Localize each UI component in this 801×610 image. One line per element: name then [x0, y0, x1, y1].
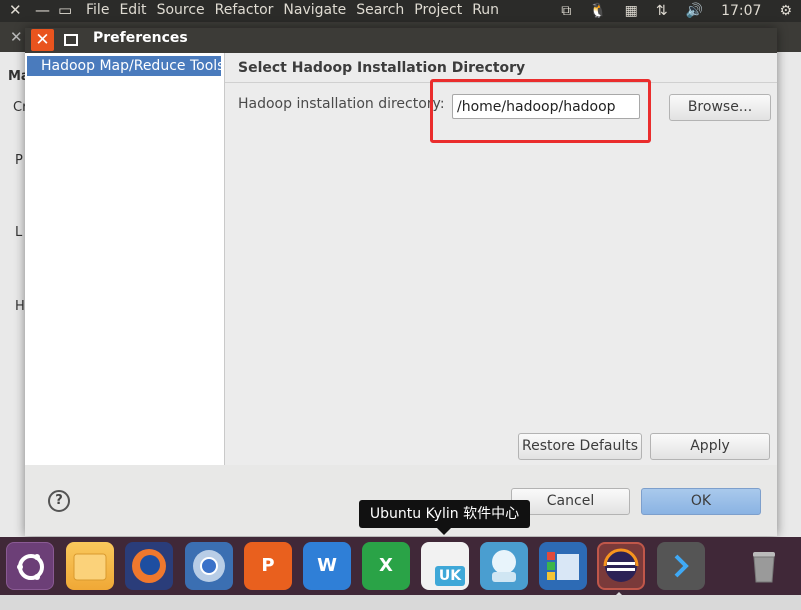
folder-icon	[73, 553, 107, 581]
menu-file[interactable]: File	[86, 2, 109, 18]
background-text: H	[15, 299, 25, 314]
menu-project[interactable]: Project	[414, 2, 462, 18]
menu-refactor[interactable]: Refactor	[215, 2, 274, 18]
eclipse-logo-icon	[603, 548, 639, 582]
menu-source[interactable]: Source	[157, 2, 205, 18]
page-heading: Select Hadoop Installation Directory	[238, 60, 526, 76]
workspace-switcher-icon[interactable]	[539, 542, 587, 590]
excel-letter: X	[379, 555, 393, 576]
trash-icon[interactable]	[740, 542, 788, 590]
menu-search[interactable]: Search	[356, 2, 404, 18]
settings-gear-icon[interactable]: ⚙	[779, 3, 792, 19]
firefox-logo-icon	[132, 549, 166, 583]
calendar-icon[interactable]: ▦	[625, 3, 638, 19]
input-method-icon[interactable]: ⧉	[561, 3, 571, 19]
close-icon[interactable]: ✕	[10, 28, 23, 46]
trash-can-icon	[753, 552, 775, 583]
chevron-right-icon	[674, 554, 689, 578]
annotation-highlight-box	[430, 79, 651, 143]
workspace-grid-icon	[547, 552, 579, 580]
network-icon[interactable]: ⇅	[656, 3, 668, 19]
ubuntu-logo-icon	[17, 554, 44, 580]
clock[interactable]: 17:07	[721, 3, 761, 19]
menu-bar: File Edit Source Refactor Navigate Searc…	[86, 2, 509, 18]
dialog-titlebar: ✕ Preferences	[25, 28, 777, 53]
close-button[interactable]: ✕	[31, 29, 54, 51]
dialog-title: Preferences	[93, 30, 188, 46]
firefox-icon[interactable]	[125, 542, 173, 590]
system-tray: ⧉ 🐧 ▦ ⇅ 🔊 17:07 ⚙	[552, 0, 801, 22]
ubuntu-kylin-software-center-icon[interactable]: UK	[421, 542, 469, 590]
preferences-dialog: ✕ Preferences Hadoop Map/Reduce Tools Se…	[25, 28, 777, 536]
uk-label: UK	[435, 566, 465, 586]
word-letter: W	[317, 555, 337, 576]
menu-navigate[interactable]: Navigate	[283, 2, 346, 18]
maximize-button[interactable]	[64, 34, 78, 46]
hadoop-dir-label: Hadoop installation directory:	[238, 96, 445, 112]
launcher-dock: P W X UK	[0, 537, 801, 595]
menu-run[interactable]: Run	[472, 2, 499, 18]
menu-edit[interactable]: Edit	[119, 2, 146, 18]
wps-spreadsheet-icon[interactable]: X	[362, 542, 410, 590]
chromium-icon[interactable]	[185, 542, 233, 590]
help-icon[interactable]: ?	[48, 490, 70, 512]
robot-icon	[492, 550, 516, 582]
browse-button[interactable]: Browse...	[669, 94, 771, 121]
eclipse-icon[interactable]	[597, 542, 645, 590]
volume-icon[interactable]: 🔊	[686, 3, 703, 19]
maximize-icon[interactable]: ▭	[58, 1, 72, 19]
installer-icon[interactable]	[480, 542, 528, 590]
terminal-icon[interactable]	[657, 542, 705, 590]
minimize-icon[interactable]: —	[35, 1, 50, 19]
preferences-tree: Hadoop Map/Reduce Tools	[25, 53, 225, 489]
ubuntu-dash-icon[interactable]	[6, 542, 54, 590]
ok-button[interactable]: OK	[641, 488, 761, 515]
background-text: L	[15, 225, 23, 240]
top-menubar: ✕ — ▭ File Edit Source Refactor Navigate…	[0, 0, 801, 22]
background-text: P	[15, 153, 23, 168]
launcher-tooltip: Ubuntu Kylin 软件中心	[359, 500, 530, 535]
penguin-icon[interactable]: 🐧	[589, 3, 606, 19]
wps-presentation-icon[interactable]: P	[244, 542, 292, 590]
ppt-letter: P	[261, 555, 275, 576]
wps-writer-icon[interactable]: W	[303, 542, 351, 590]
tree-item-hadoop[interactable]: Hadoop Map/Reduce Tools	[27, 56, 221, 76]
files-icon[interactable]	[66, 542, 114, 590]
close-icon[interactable]: ✕	[9, 1, 22, 19]
chromium-logo-icon	[193, 550, 225, 582]
apply-button[interactable]: Apply	[650, 433, 770, 460]
restore-defaults-button[interactable]: Restore Defaults	[518, 433, 642, 460]
